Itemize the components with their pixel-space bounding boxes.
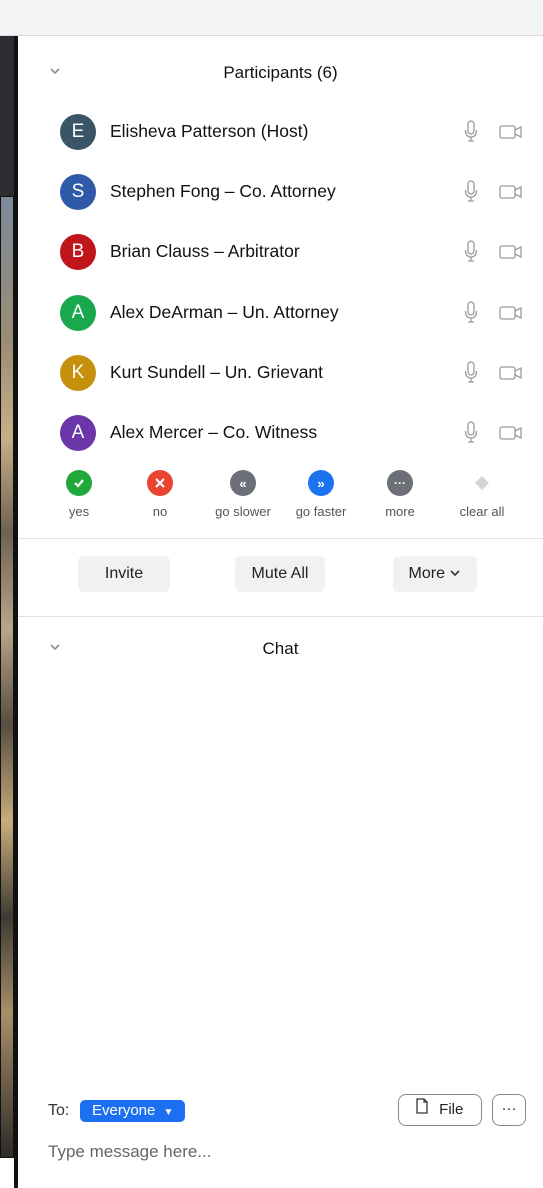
participant-name: Stephen Fong – Co. Attorney <box>110 181 336 201</box>
microphone-icon[interactable] <box>464 180 478 204</box>
video-thumbnail[interactable] <box>0 196 14 1158</box>
x-icon <box>147 470 173 496</box>
chevron-down-icon <box>449 556 461 592</box>
participants-header: Participants (6) <box>18 62 543 92</box>
feedback-label: go faster <box>295 504 347 519</box>
mute-all-button[interactable]: Mute All <box>235 556 325 592</box>
avatar: S <box>60 174 96 210</box>
feedback-clear-all-button[interactable]: clear all <box>447 470 517 530</box>
participant-row[interactable]: K Kurt Sundell – Un. Grievant <box>18 351 543 395</box>
video-camera-icon[interactable] <box>499 244 523 260</box>
side-panel: Participants (6) E Elisheva Patterson (Ho… <box>18 36 543 1188</box>
caret-down-icon: ▼ <box>163 1107 174 1118</box>
feedback-go-faster-button[interactable]: » go faster <box>286 470 356 530</box>
video-camera-icon[interactable] <box>499 305 523 321</box>
fast-forward-icon: » <box>308 470 334 496</box>
feedback-label: more <box>385 504 415 519</box>
participant-row[interactable]: B Brian Clauss – Arbitrator <box>18 230 543 274</box>
message-input[interactable]: Type message here... <box>48 1142 211 1162</box>
file-icon <box>415 1095 429 1125</box>
participant-name: Elisheva Patterson (Host) <box>110 121 309 141</box>
chat-header: Chat <box>18 638 543 668</box>
feedback-label: go slower <box>215 504 271 519</box>
check-icon <box>66 470 92 496</box>
video-camera-icon[interactable] <box>499 124 523 140</box>
participants-title: Participants (6) <box>223 63 338 82</box>
participant-name: Alex Mercer – Co. Witness <box>110 422 318 442</box>
microphone-icon[interactable] <box>464 421 478 445</box>
feedback-no-button[interactable]: no <box>125 470 195 530</box>
participant-name: Alex DeArman – Un. Attorney <box>110 302 339 322</box>
feedback-go-slower-button[interactable]: « go slower <box>208 470 278 530</box>
avatar: E <box>60 114 96 150</box>
ellipsis-icon: ··· <box>387 470 413 496</box>
microphone-icon[interactable] <box>464 301 478 325</box>
feedback-label: yes <box>68 504 90 519</box>
rewind-icon: « <box>230 470 256 496</box>
participant-row[interactable]: A Alex DeArman – Un. Attorney <box>18 291 543 335</box>
divider <box>18 538 543 539</box>
participant-row[interactable]: E Elisheva Patterson (Host) <box>18 110 543 154</box>
window-titlebar <box>0 0 543 36</box>
more-button-label: More <box>408 565 445 583</box>
participant-name: Kurt Sundell – Un. Grievant <box>110 362 324 382</box>
more-button[interactable]: More <box>393 556 477 592</box>
chat-title: Chat <box>262 639 299 658</box>
participant-name: Brian Clauss – Arbitrator <box>110 241 300 261</box>
feedback-more-button[interactable]: ··· more <box>365 470 435 530</box>
avatar: K <box>60 355 96 391</box>
participant-row[interactable]: S Stephen Fong – Co. Attorney <box>18 170 543 214</box>
microphone-icon[interactable] <box>464 361 478 385</box>
video-camera-icon[interactable] <box>499 365 523 381</box>
divider <box>18 616 543 617</box>
participant-row[interactable]: A Alex Mercer – Co. Witness <box>18 411 543 455</box>
eraser-icon <box>469 470 495 496</box>
recipient-dropdown[interactable]: Everyone ▼ <box>80 1100 186 1122</box>
invite-button[interactable]: Invite <box>78 556 170 592</box>
avatar: A <box>60 415 96 451</box>
to-label: To: <box>48 1102 70 1119</box>
microphone-icon[interactable] <box>464 120 478 144</box>
file-button-label: File <box>439 1101 464 1118</box>
feedback-yes-button[interactable]: yes <box>44 470 114 530</box>
video-strip <box>0 36 18 1188</box>
feedback-label: no <box>152 504 168 519</box>
video-camera-icon[interactable] <box>499 425 523 441</box>
microphone-icon[interactable] <box>464 240 478 264</box>
file-button[interactable]: File <box>398 1094 482 1126</box>
feedback-label: clear all <box>459 504 505 519</box>
avatar: B <box>60 234 96 270</box>
chat-messages-area[interactable] <box>43 676 533 1016</box>
recipient-label: Everyone <box>92 1102 156 1119</box>
chat-more-button[interactable]: ··· <box>492 1094 526 1126</box>
avatar: A <box>60 295 96 331</box>
video-camera-icon[interactable] <box>499 184 523 200</box>
